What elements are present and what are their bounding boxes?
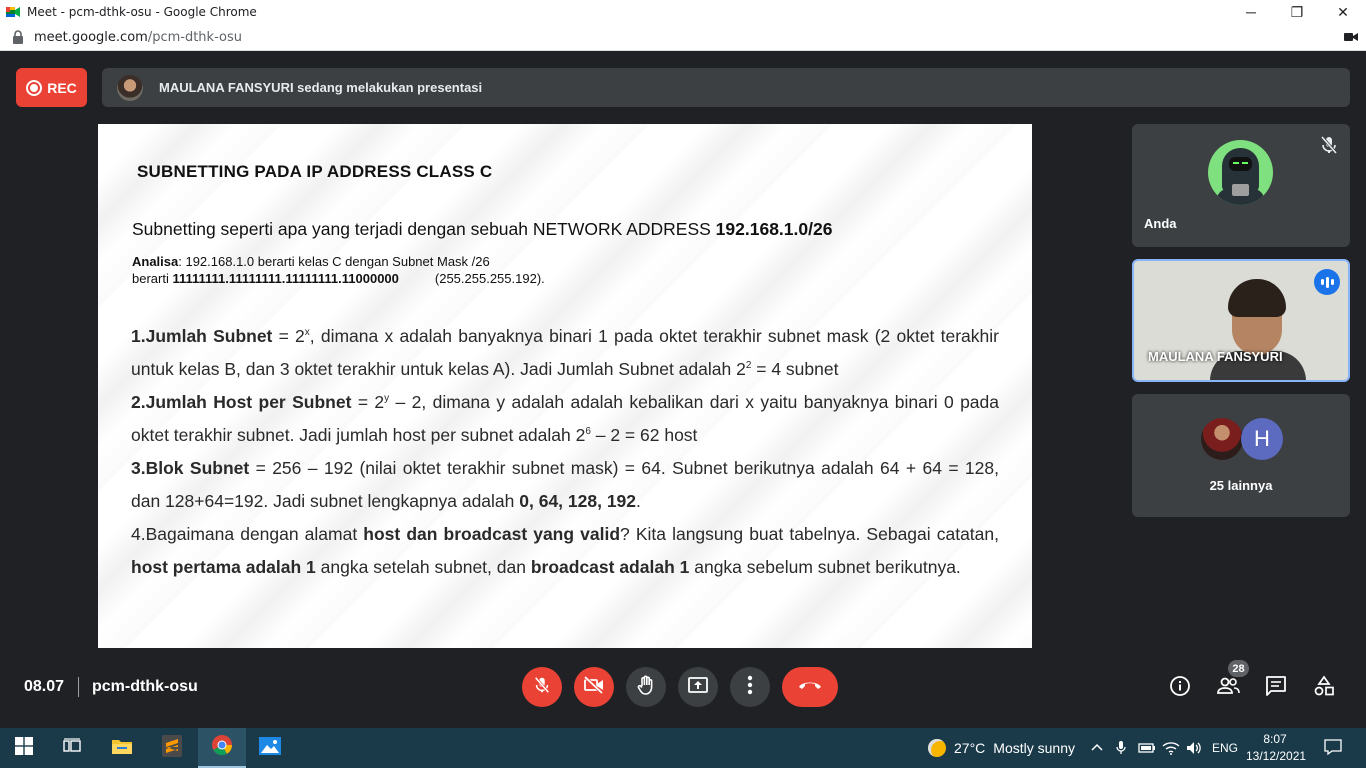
task-view-button[interactable] <box>48 728 96 768</box>
more-options-button[interactable] <box>730 667 770 707</box>
language-indicator[interactable]: ENG <box>1212 728 1238 768</box>
lock-icon[interactable] <box>12 30 26 44</box>
battery-icon[interactable] <box>1138 728 1156 768</box>
present-screen-button[interactable] <box>678 667 718 707</box>
minimize-button[interactable]: ─ <box>1228 0 1274 24</box>
divider <box>78 677 79 697</box>
recording-indicator[interactable]: REC <box>16 68 87 107</box>
wifi-icon[interactable] <box>1162 728 1180 768</box>
others-count-label: 25 lainnya <box>1209 478 1273 493</box>
presentation-banner-text: MAULANA FANSYURI sedang melakukan presen… <box>159 80 483 95</box>
people-count-badge: 28 <box>1228 660 1249 677</box>
others-tile[interactable]: H 25 lainnya <box>1132 394 1350 517</box>
notifications-button[interactable] <box>1324 728 1342 768</box>
slide-point-2: 2.Jumlah Host per Subnet = 2y – 2, diman… <box>131 392 1000 445</box>
presenter-tile[interactable]: MAULANA FANSYURI <box>1132 259 1350 382</box>
presenter-avatar <box>117 74 143 101</box>
participant-initial-avatar: H <box>1241 418 1283 460</box>
activities-button[interactable] <box>1312 675 1336 702</box>
chevron-up-icon <box>1090 741 1104 755</box>
hand-icon <box>635 674 657 701</box>
mic-off-icon <box>1318 134 1340 156</box>
meeting-code: pcm-dthk-osu <box>92 678 198 695</box>
clock-time: 8:07 <box>1263 732 1287 746</box>
show-hidden-icons-button[interactable] <box>1090 728 1104 768</box>
weather-text: Mostly sunny <box>993 740 1075 756</box>
slide-point-3: 3.Blok Subnet = 256 – 192 (nilai oktet t… <box>131 458 999 511</box>
taskbar-clock[interactable]: 8:07 13/12/2021 <box>1246 731 1307 765</box>
restore-button[interactable]: ❐ <box>1274 0 1320 24</box>
self-tile[interactable]: Anda <box>1132 124 1350 247</box>
partly-sunny-icon <box>928 739 946 757</box>
mic-toggle-button[interactable] <box>522 667 562 707</box>
raise-hand-button[interactable] <box>626 667 666 707</box>
slide-title: SUBNETTING PADA IP ADDRESS CLASS C <box>137 162 493 181</box>
leave-call-button[interactable] <box>782 667 838 707</box>
file-explorer-taskbar-button[interactable] <box>98 728 146 768</box>
slide-question: Subnetting seperti apa yang terjadi deng… <box>132 219 833 239</box>
self-name: Anda <box>1144 216 1177 231</box>
weather-widget[interactable]: 27°C Mostly sunny <box>928 728 1075 768</box>
meet-favicon-icon <box>6 5 20 19</box>
slide-point-1: 1.Jumlah Subnet = 2x, dimana x adalah ba… <box>131 326 999 379</box>
chat-button[interactable] <box>1264 675 1288 702</box>
meeting-time: 08.07 <box>24 678 65 695</box>
activities-shapes-icon <box>1313 675 1335 702</box>
close-window-button[interactable]: ✕ <box>1320 0 1366 24</box>
photos-icon <box>259 736 281 760</box>
slide-analysis: Analisa: 192.168.1.0 berarti kelas C den… <box>132 254 545 286</box>
windows-logo-icon <box>15 736 33 760</box>
sublime-text-icon <box>162 734 182 762</box>
speaking-indicator-icon <box>1314 269 1340 295</box>
chrome-icon <box>211 734 233 761</box>
record-icon <box>26 79 43 96</box>
folder-icon <box>111 737 133 760</box>
chat-icon <box>1265 675 1287 702</box>
present-icon <box>687 675 709 700</box>
shared-slide: SUBNETTING PADA IP ADDRESS CLASS C Subne… <box>98 124 1032 648</box>
volume-icon[interactable] <box>1186 728 1204 768</box>
clock-date: 13/12/2021 <box>1246 749 1307 763</box>
self-avatar <box>1208 140 1273 205</box>
url-text[interactable]: meet.google.com/pcm-dthk-osu <box>34 30 242 45</box>
start-button[interactable] <box>0 728 48 768</box>
chrome-taskbar-button[interactable] <box>198 728 246 768</box>
browser-title-bar: Meet - pcm-dthk-osu - Google Chrome ─ ❐ … <box>0 0 1366 24</box>
notification-icon <box>1324 738 1342 758</box>
info-icon <box>1169 675 1191 702</box>
presenter-name: MAULANA FANSYURI <box>1148 349 1283 364</box>
address-bar[interactable]: meet.google.com/pcm-dthk-osu <box>0 24 1366 51</box>
camera-off-icon <box>583 675 605 700</box>
microphone-tray-icon[interactable] <box>1116 728 1126 768</box>
windows-taskbar: 27°C Mostly sunny ENG 8:07 13/12/2021 <box>0 728 1366 768</box>
task-view-icon <box>63 737 81 759</box>
rec-label: REC <box>47 79 77 96</box>
people-icon <box>1216 676 1240 701</box>
slide-body: 1.Jumlah Subnet = 2x, dimana x adalah ba… <box>131 320 999 584</box>
mic-off-icon <box>532 675 552 700</box>
camera-toggle-button[interactable] <box>574 667 614 707</box>
slide-point-4: 4.Bagaimana dengan alamat host dan broad… <box>131 524 999 577</box>
meeting-details-button[interactable] <box>1168 675 1192 702</box>
photos-taskbar-button[interactable] <box>246 728 294 768</box>
people-button[interactable] <box>1216 676 1240 700</box>
temperature-text: 27°C <box>954 740 986 756</box>
more-vert-icon <box>747 675 753 700</box>
hang-up-icon <box>797 678 823 696</box>
window-title: Meet - pcm-dthk-osu - Google Chrome <box>27 5 257 19</box>
sublime-text-taskbar-button[interactable] <box>148 728 196 768</box>
presentation-banner: MAULANA FANSYURI sedang melakukan presen… <box>102 68 1350 107</box>
camera-in-use-icon[interactable] <box>1344 30 1358 44</box>
participant-avatar <box>1201 418 1243 460</box>
presenter-video <box>1210 279 1306 380</box>
